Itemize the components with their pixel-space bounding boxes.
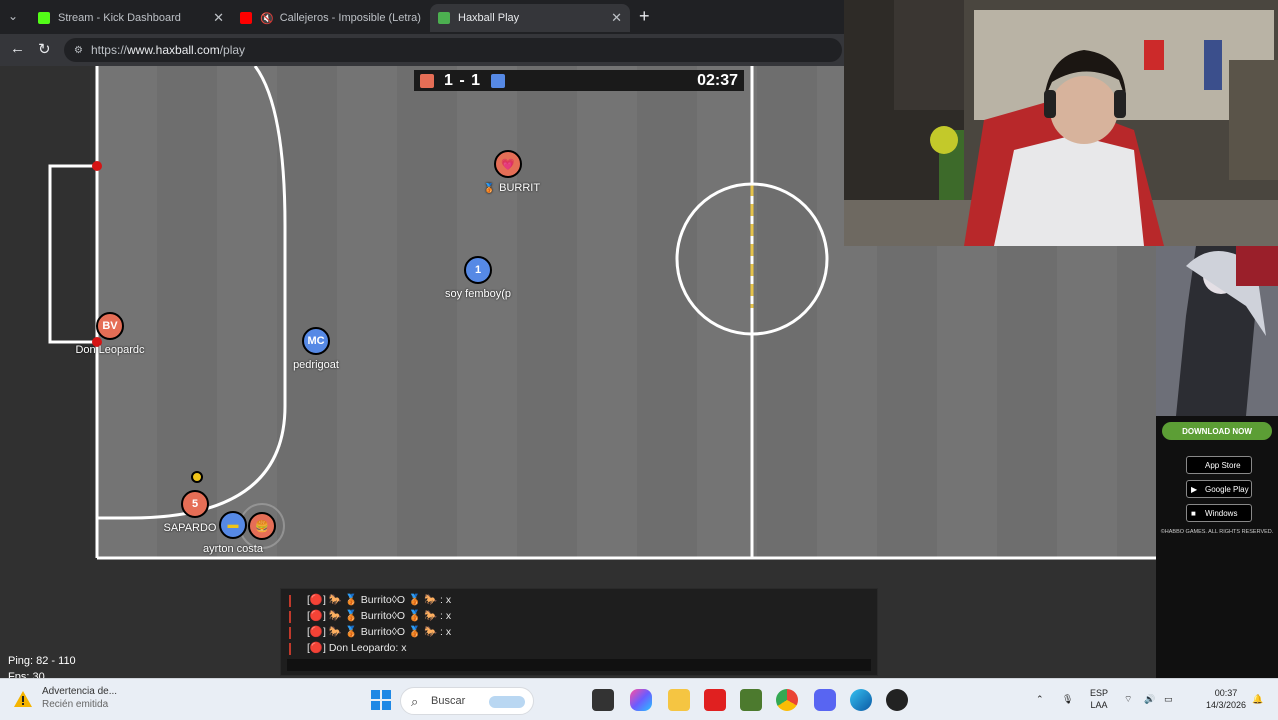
player-avatar: ▬ [227,519,239,531]
windows-taskbar: Advertencia de... Recién emitida ⌕ Busca… [0,678,1278,720]
search-icon: ⌕ [411,694,419,709]
google-play-icon: ▶ [1191,484,1198,494]
address-bar[interactable]: ⚙ https://www.haxball.com/play [64,38,842,62]
tab-strip: ⌄ Stream - Kick Dashboard ✕ 🔇 Callejeros… [0,0,844,34]
chat-input[interactable] [287,659,871,671]
medal-icon: 🥉 [483,183,496,193]
notification-title: Advertencia de... [42,686,118,697]
file-explorer-icon[interactable] [668,689,690,711]
kick-favicon-icon [38,12,50,24]
app-e-icon[interactable] [704,689,726,711]
app-store-button[interactable]: App Store [1186,456,1252,474]
taskbar-search[interactable]: ⌕ Buscar [400,687,534,715]
score: 1 - 1 [444,71,482,89]
player-unnamed-red: 🍔 [248,512,276,540]
wifi-icon[interactable]: ⌔ [1124,693,1132,705]
notifications-bell-icon[interactable]: 🔔 [1252,693,1263,705]
screen: ⌄ Stream - Kick Dashboard ✕ 🔇 Callejeros… [0,0,1278,720]
discord-icon[interactable] [814,689,836,711]
battery-icon[interactable]: ▭ [1164,693,1173,705]
clock[interactable]: 00:37 14/3/2026 [1206,687,1246,711]
webcam-overlay [844,0,1278,246]
player-avatar: 💗 [501,158,515,171]
chat-message: [🔴] 🐎 🥉 Burrito◊O 🥉 🐎 : x [281,609,877,625]
new-tab-button[interactable]: + [639,6,650,27]
back-arrow-icon[interactable]: ← [10,40,25,57]
player-name: ayrton costa [203,543,263,555]
ping-readout: Ping: 82 - 110 [8,655,76,667]
player-name: pedrigoat [293,359,339,371]
tab-title: Haxball Play [458,12,520,24]
browser-toolbar: ← ↻ ⚙ https://www.haxball.com/play [0,34,844,66]
google-play-button[interactable]: ▶ Google Play [1186,480,1252,498]
webcam-image [844,0,1278,246]
chat-message: [🔴] 🐎 🥉 Burrito◊O 🥉 🐎 : x [281,625,877,641]
copilot-icon[interactable] [630,689,652,711]
minecraft-icon[interactable] [740,689,762,711]
url-path: /play [219,43,246,57]
chat-message: [🔴] Don Leopardo: x [281,641,877,657]
red-team-swatch [420,73,434,88]
player-avatar: 🍔 [255,520,269,533]
chrome-icon[interactable] [776,689,798,711]
tab-close-icon[interactable]: ✕ [611,10,622,26]
tab-title: Stream - Kick Dashboard [58,12,181,24]
tab-title: Callejeros - Imposible (Letra) [279,12,421,24]
player-avatar: 5 [191,498,199,510]
chat-box: [🔴] 🐎 🥉 Burrito◊O 🥉 🐎 : x [🔴] 🐎 🥉 Burrit… [280,588,878,676]
ad-artwork [1156,246,1278,416]
notification-widget[interactable]: Advertencia de... Recién emitida [14,685,117,711]
tab-callejeros[interactable]: 🔇 Callejeros - Imposible (Letra) [232,4,430,32]
app-red-icon[interactable] [886,689,908,711]
warning-icon [14,691,32,707]
player-name-burrit: 🥉 BURRIT [483,182,541,194]
url-scheme: https:// [90,43,127,57]
show-hidden-icons-chevron[interactable]: ⌃ [1036,693,1044,705]
player-pedrigoat: MC [302,327,330,355]
url-host: www.haxball.com [127,43,220,57]
player-avatar: 1 [474,264,482,276]
haxball-favicon-icon [438,12,450,24]
player-name: soy femboy(p [444,288,512,300]
player-sapardo: 5 [181,490,209,518]
blue-team-swatch [491,73,506,88]
left-goal [48,164,97,344]
reload-icon[interactable]: ↻ [38,40,51,58]
player-don-leopardo: BV [96,312,124,340]
microphone-icon[interactable]: 🎙 [1062,693,1073,705]
volume-icon[interactable]: 🔊 [1144,693,1155,705]
windows-icon: ■ [1191,508,1196,518]
tab-haxball[interactable]: Haxball Play ✕ [430,4,630,32]
search-highlight-icon [489,696,525,708]
chat-message: [🔴] 🐎 🥉 Burrito◊O 🥉 🐎 : x [281,593,877,609]
player-name: Don Leopardc [75,344,145,356]
tab-close-icon[interactable]: ✕ [213,10,224,26]
player-name: SAPARDO [163,522,217,534]
site-info-icon[interactable]: ⚙ [74,45,83,56]
scoreboard: 1 - 1 02:37 [414,70,744,91]
tab-kick-dashboard[interactable]: Stream - Kick Dashboard ✕ [30,4,232,32]
tab-search-chevron-icon[interactable]: ⌄ [8,9,18,23]
ad-panel[interactable]: DOWNLOAD NOW App Store ▶ Google Play ■ Win… [1156,246,1278,678]
edge-icon[interactable] [850,689,872,711]
game-ball [191,471,203,483]
youtube-favicon-icon [240,12,252,24]
task-view-icon[interactable] [592,689,614,711]
player-burrit: 💗 [494,150,522,178]
ad-footer: ©HABBO GAMES. ALL RIGHTS RESERVED. [1160,529,1274,535]
player-avatar: BV [102,320,118,332]
notification-subtitle: Recién emitida [42,699,109,710]
download-now-button[interactable]: DOWNLOAD NOW [1162,422,1272,440]
player-ayrton-costa: ▬ [219,511,247,539]
start-windows-icon[interactable] [370,689,392,711]
match-clock: 02:37 [697,71,738,89]
goal-post-top [92,161,102,171]
windows-store-button[interactable]: ■ Windows [1186,504,1252,522]
muted-speaker-icon[interactable]: 🔇 [260,12,274,25]
player-soy-femboy: 1 [464,256,492,284]
language-indicator[interactable]: ESP LAA [1090,687,1108,711]
player-avatar: MC [307,335,325,347]
